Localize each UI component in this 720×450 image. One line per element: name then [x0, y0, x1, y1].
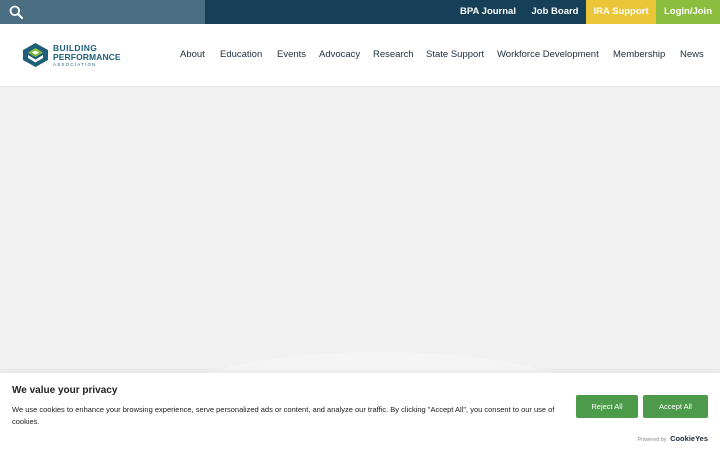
logo-text-performance: PERFORMANCE [53, 52, 121, 62]
login-join-button[interactable]: Login/Join [656, 0, 720, 24]
nav-item-state-support[interactable]: State Support [426, 24, 484, 86]
bpa-logo-icon [23, 43, 48, 67]
cookie-consent-banner: We value your privacy We use cookies to … [0, 373, 720, 450]
ira-support-button[interactable]: IRA Support [586, 0, 656, 24]
search-icon[interactable] [9, 5, 23, 19]
nav-item-advocacy[interactable]: Advocacy [319, 24, 360, 86]
accept-all-button[interactable]: Accept All [643, 395, 708, 418]
nav-item-education[interactable]: Education [220, 24, 262, 86]
nav-item-news[interactable]: News [680, 24, 704, 86]
site-logo[interactable]: BUILDING PERFORMANCE ASSOCIATION [22, 42, 142, 68]
nav-item-membership[interactable]: Membership [613, 24, 665, 86]
powered-by-label: Powered by [637, 437, 667, 443]
top-utility-bar: BPA Journal Job Board IRA Support Login/… [0, 0, 720, 24]
cookie-title: We value your privacy [12, 385, 118, 396]
logo-text-association: ASSOCIATION [53, 62, 97, 67]
cookieyes-brand[interactable]: CookieYes [670, 434, 708, 443]
search-area[interactable] [0, 0, 205, 24]
nav-item-research[interactable]: Research [373, 24, 414, 86]
nav-item-events[interactable]: Events [277, 24, 306, 86]
cookie-description: We use cookies to enhance your browsing … [12, 405, 555, 426]
nav-item-about[interactable]: About [180, 24, 205, 86]
bpa-journal-link[interactable]: BPA Journal [452, 0, 524, 24]
job-board-link[interactable]: Job Board [526, 0, 584, 24]
nav-item-workforce-development[interactable]: Workforce Development [497, 24, 599, 86]
reject-all-button[interactable]: Reject All [576, 395, 638, 418]
cookie-powered-by[interactable]: Powered by CookieYes [637, 434, 708, 443]
main-header: BUILDING PERFORMANCE ASSOCIATION About E… [0, 24, 720, 87]
